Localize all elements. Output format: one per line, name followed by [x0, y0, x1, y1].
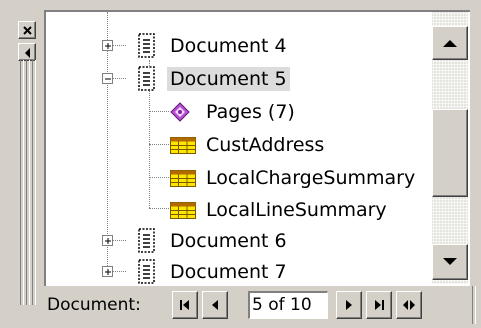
tree-item-document-6[interactable]: Document 6 — [46, 223, 436, 256]
previous-document-button[interactable] — [202, 291, 228, 319]
collapse-button[interactable] — [18, 43, 36, 61]
tree-item-label: Pages (7) — [206, 101, 295, 123]
tree-item-pages[interactable]: Pages (7) — [46, 94, 436, 127]
tree-item-label: Document 6 — [170, 230, 287, 252]
tree-item-label: CustAddress — [206, 134, 325, 156]
scroll-down-button[interactable] — [432, 244, 468, 280]
tree-item-label: Document 4 — [170, 35, 287, 57]
table-icon — [170, 170, 196, 187]
document-icon — [137, 33, 157, 59]
dock-grip-line — [20, 60, 24, 305]
vertical-scrollbar[interactable] — [432, 12, 468, 284]
table-icon — [170, 137, 196, 154]
document-icon — [137, 228, 157, 254]
expand-button[interactable] — [102, 40, 113, 51]
scroll-thumb[interactable] — [432, 109, 468, 197]
tree-item-custaddress[interactable]: CustAddress — [46, 127, 436, 160]
dock-grip-line — [26, 60, 30, 305]
document-icon — [137, 259, 157, 285]
expand-button[interactable] — [102, 266, 113, 277]
panel-edge — [472, 286, 476, 324]
scroll-up-button[interactable] — [432, 26, 468, 60]
tree-item-label: LocalChargeSummary — [206, 167, 416, 189]
tree-item-localchargesummary[interactable]: LocalChargeSummary — [46, 160, 436, 193]
table-icon — [170, 202, 196, 219]
tree-item-document-7[interactable]: Document 7 — [46, 254, 436, 286]
tree-item-document-4[interactable]: Document 4 — [46, 28, 436, 61]
expand-horizontal-button[interactable] — [396, 291, 422, 319]
pages-icon — [170, 102, 190, 122]
document-navigator: Document: 5 of 10 — [44, 287, 478, 323]
tree-item-document-5[interactable]: Document 5 — [46, 61, 436, 94]
expand-button[interactable] — [102, 235, 113, 246]
tree-item-label: Document 5 — [167, 67, 290, 91]
last-document-button[interactable] — [366, 291, 392, 319]
tree-item-label: LocalLineSummary — [206, 199, 387, 221]
document-position-field[interactable]: 5 of 10 — [248, 291, 328, 319]
tree-item-label: Document 7 — [170, 261, 287, 283]
navigator-label: Document: — [47, 295, 141, 315]
document-tree[interactable]: Document 4 Document 5 Pages (7) CustAddr… — [44, 10, 470, 286]
first-document-button[interactable] — [172, 291, 198, 319]
tree-item-locallinesummary[interactable]: LocalLineSummary — [46, 192, 436, 225]
close-button[interactable] — [18, 21, 36, 39]
document-icon — [137, 66, 157, 92]
dock-grip-line — [32, 60, 36, 305]
dock-strip — [0, 0, 40, 328]
collapse-tree-button[interactable] — [102, 73, 113, 84]
next-document-button[interactable] — [336, 291, 362, 319]
